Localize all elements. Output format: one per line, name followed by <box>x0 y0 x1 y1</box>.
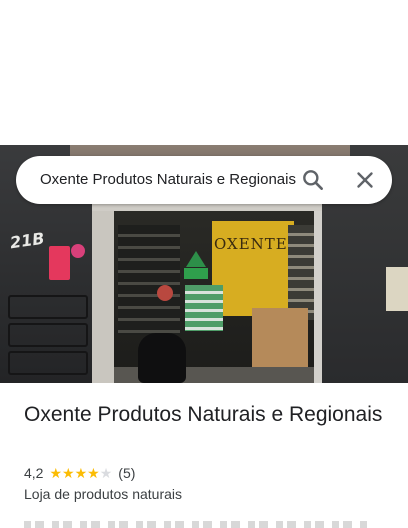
close-icon[interactable] <box>352 167 378 193</box>
place-title: Oxente Produtos Naturais e Regionais <box>24 403 383 426</box>
map-blank-area <box>0 0 408 145</box>
photo-floor <box>92 367 322 383</box>
photo-door-frame-right <box>314 203 322 383</box>
star-icon: ★ <box>87 465 100 481</box>
photo-vent <box>8 351 88 375</box>
photo-shelves-left <box>118 225 180 335</box>
photo-counter <box>252 308 308 376</box>
truncated-text-line <box>24 521 368 528</box>
star-icon: ★ <box>49 465 63 481</box>
star-icon: ★ <box>74 465 88 481</box>
place-category: Loja de produtos naturais <box>24 486 182 502</box>
photo-green-triangle <box>186 251 206 267</box>
photo-green-sign <box>184 268 208 279</box>
photo-red-sticker <box>157 285 173 301</box>
star-rating: ★ ★ ★ ★ ★ <box>49 465 112 481</box>
photo-shelves-right <box>288 225 314 320</box>
photo-store-sign: OXENTE <box>214 235 288 253</box>
star-icon: ★ <box>62 465 75 481</box>
photo-pink-sign <box>49 246 70 280</box>
search-input[interactable]: Oxente Produtos Naturais e Regionais <box>40 170 302 190</box>
rating-value: 4,2 <box>24 465 44 481</box>
photo-vent <box>8 295 88 319</box>
search-bar[interactable]: Oxente Produtos Naturais e Regionais <box>16 156 392 204</box>
reviews-count[interactable]: (5) <box>118 465 135 481</box>
photo-wall-plate <box>386 267 408 311</box>
photo-pink-sticker <box>71 244 85 258</box>
photo-green-shelf <box>185 285 223 331</box>
photo-vent <box>8 323 88 347</box>
search-icon[interactable] <box>300 167 326 193</box>
rating-row[interactable]: 4,2 ★ ★ ★ ★ ★ (5) <box>24 464 135 482</box>
photo-motorcycle <box>138 333 186 383</box>
photo-door-frame-left <box>92 203 114 383</box>
photo-door-frame-top <box>92 203 322 211</box>
star-icon: ★ <box>99 465 113 481</box>
